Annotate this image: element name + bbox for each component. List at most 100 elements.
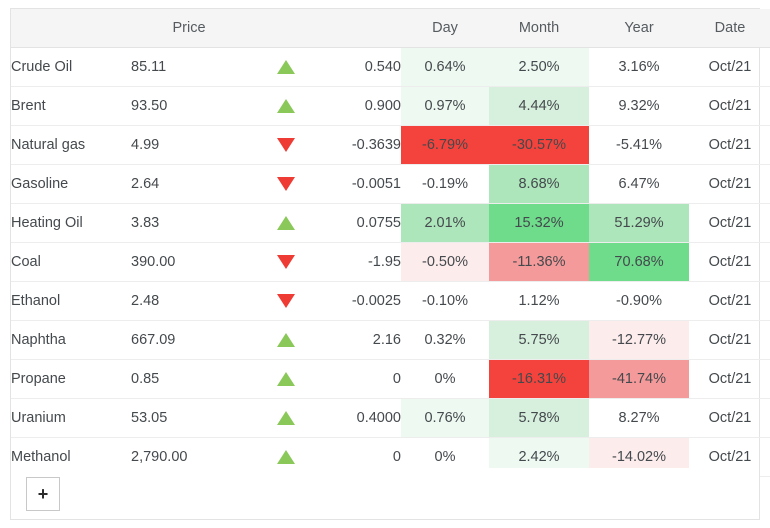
trend-cell	[247, 47, 325, 87]
quote-date: Oct/21	[689, 203, 770, 243]
commodity-name[interactable]: Coal	[11, 242, 131, 282]
day-change-percent: 0.97%	[401, 86, 489, 126]
trend-cell	[247, 359, 325, 399]
day-change-percent: 0%	[401, 359, 489, 399]
add-row-button[interactable]: +	[26, 477, 60, 511]
price-change: -0.3639	[325, 125, 401, 165]
triangle-down-icon	[277, 177, 295, 192]
month-change-percent: 8.68%	[489, 164, 589, 204]
price-change: 0.4000	[325, 398, 401, 438]
trend-cell	[247, 203, 325, 243]
trend-cell	[247, 242, 325, 282]
price-change: 2.16	[325, 320, 401, 360]
table-row[interactable]: Ethanol 2.48 -0.0025 -0.10% 1.12% -0.90% Oct/2…	[11, 281, 770, 321]
price-change: -0.0051	[325, 164, 401, 204]
commodity-price: 2.48	[131, 281, 247, 321]
quote-date: Oct/21	[689, 125, 770, 165]
triangle-up-icon	[277, 60, 295, 75]
triangle-down-icon	[277, 138, 295, 153]
year-change-percent: -0.90%	[589, 281, 689, 321]
quote-date: Oct/21	[689, 359, 770, 399]
year-change-percent: -12.77%	[589, 320, 689, 360]
column-header-price[interactable]: Price	[131, 9, 247, 48]
triangle-up-icon	[277, 372, 295, 387]
column-header-name[interactable]	[11, 9, 131, 48]
commodity-name[interactable]: Crude Oil	[11, 47, 131, 87]
quote-date: Oct/21	[689, 47, 770, 87]
year-change-percent: 70.68%	[589, 242, 689, 282]
day-change-percent: 0.76%	[401, 398, 489, 438]
column-header-date[interactable]: Date	[689, 9, 770, 48]
table-row[interactable]: Natural gas 4.99 -0.3639 -6.79% -30.57% -5.41…	[11, 125, 770, 165]
table-row[interactable]: Propane 0.85 0 0% -16.31% -41.74% Oct/21	[11, 359, 770, 399]
commodity-name[interactable]: Naphtha	[11, 320, 131, 360]
quote-date: Oct/21	[689, 281, 770, 321]
month-change-percent: 5.75%	[489, 320, 589, 360]
commodity-price: 93.50	[131, 86, 247, 126]
trend-cell	[247, 398, 325, 438]
table-row[interactable]: Gasoline 2.64 -0.0051 -0.19% 8.68% 6.47% Oct/2…	[11, 164, 770, 204]
day-change-percent: 0.32%	[401, 320, 489, 360]
month-change-percent: 1.12%	[489, 281, 589, 321]
commodities-table: Price Day Month Year Date Crude Oil 85.11…	[11, 9, 770, 477]
table-row[interactable]: Naphtha 667.09 2.16 0.32% 5.75% -12.77% Oct/21	[11, 320, 770, 360]
triangle-down-icon	[277, 294, 295, 309]
price-change: -0.0025	[325, 281, 401, 321]
commodity-name[interactable]: Natural gas	[11, 125, 131, 165]
day-change-percent: -6.79%	[401, 125, 489, 165]
table-footer: +	[10, 468, 760, 520]
trend-cell	[247, 125, 325, 165]
quote-date: Oct/21	[689, 320, 770, 360]
commodity-name[interactable]: Brent	[11, 86, 131, 126]
column-header-change[interactable]	[325, 9, 401, 48]
commodities-table-container: Price Day Month Year Date Crude Oil 85.11…	[10, 8, 770, 478]
table-row[interactable]: Coal 390.00 -1.95 -0.50% -11.36% 70.68% Oct/21	[11, 242, 770, 282]
quote-date: Oct/21	[689, 242, 770, 282]
commodity-price: 390.00	[131, 242, 247, 282]
month-change-percent: 2.50%	[489, 47, 589, 87]
commodity-name[interactable]: Uranium	[11, 398, 131, 438]
triangle-up-icon	[277, 333, 295, 348]
year-change-percent: 8.27%	[589, 398, 689, 438]
commodity-name[interactable]: Gasoline	[11, 164, 131, 204]
day-change-percent: -0.50%	[401, 242, 489, 282]
trend-cell	[247, 320, 325, 360]
quote-date: Oct/21	[689, 164, 770, 204]
trend-cell	[247, 86, 325, 126]
commodity-name[interactable]: Propane	[11, 359, 131, 399]
commodity-price: 4.99	[131, 125, 247, 165]
column-header-month[interactable]: Month	[489, 9, 589, 48]
table-row[interactable]: Brent 93.50 0.900 0.97% 4.44% 9.32% Oct/21	[11, 86, 770, 126]
table-row[interactable]: Heating Oil 3.83 0.0755 2.01% 15.32% 51.29% Oc…	[11, 203, 770, 243]
year-change-percent: 51.29%	[589, 203, 689, 243]
year-change-percent: 6.47%	[589, 164, 689, 204]
day-change-percent: 2.01%	[401, 203, 489, 243]
column-header-trend[interactable]	[247, 9, 325, 48]
month-change-percent: -16.31%	[489, 359, 589, 399]
triangle-up-icon	[277, 99, 295, 114]
commodity-price: 2.64	[131, 164, 247, 204]
year-change-percent: 9.32%	[589, 86, 689, 126]
day-change-percent: -0.19%	[401, 164, 489, 204]
commodity-name[interactable]: Heating Oil	[11, 203, 131, 243]
year-change-percent: 3.16%	[589, 47, 689, 87]
price-change: 0.0755	[325, 203, 401, 243]
quote-date: Oct/21	[689, 398, 770, 438]
commodity-price: 667.09	[131, 320, 247, 360]
column-header-day[interactable]: Day	[401, 9, 489, 48]
quote-date: Oct/21	[689, 86, 770, 126]
month-change-percent: -11.36%	[489, 242, 589, 282]
commodity-name[interactable]: Ethanol	[11, 281, 131, 321]
month-change-percent: 15.32%	[489, 203, 589, 243]
trend-cell	[247, 281, 325, 321]
price-change: 0.900	[325, 86, 401, 126]
table-row[interactable]: Crude Oil 85.11 0.540 0.64% 2.50% 3.16% Oct/21	[11, 47, 770, 87]
triangle-up-icon	[277, 411, 295, 426]
table-row[interactable]: Uranium 53.05 0.4000 0.76% 5.78% 8.27% Oct/21	[11, 398, 770, 438]
day-change-percent: 0.64%	[401, 47, 489, 87]
commodity-price: 0.85	[131, 359, 247, 399]
commodity-price: 3.83	[131, 203, 247, 243]
day-change-percent: -0.10%	[401, 281, 489, 321]
column-header-year[interactable]: Year	[589, 9, 689, 48]
commodity-price: 85.11	[131, 47, 247, 87]
